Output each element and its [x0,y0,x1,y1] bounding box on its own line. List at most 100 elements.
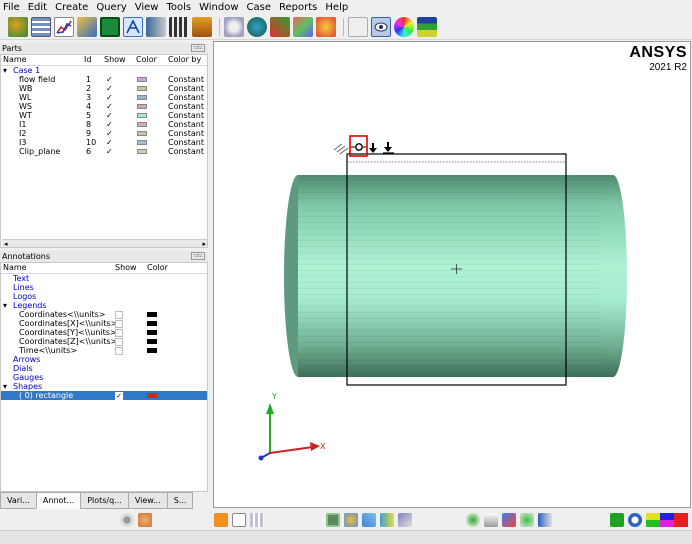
parts-row[interactable]: WS 4 ✓ Constant [1,102,207,111]
scroll-right-icon[interactable]: ▸ [202,240,206,247]
info-icon[interactable] [610,513,624,527]
part-color-swatch[interactable] [137,77,147,82]
box-select-icon[interactable] [232,513,246,527]
line-tool-icon[interactable] [502,513,516,527]
menu-help[interactable]: Help [321,2,352,13]
menu-query[interactable]: Query [92,2,130,13]
part-color-swatch[interactable] [137,86,147,91]
menu-edit[interactable]: Edit [24,2,51,13]
parts-row[interactable]: WL 3 ✓ Constant [1,93,207,102]
panel-controls[interactable]: ▫▫ [191,44,205,52]
translate-icon[interactable] [362,513,376,527]
lighting-icon[interactable] [348,16,368,37]
part-show-check[interactable]: ✓ [106,147,113,157]
part-color-swatch[interactable] [137,104,147,109]
annotation-color-swatch[interactable] [147,339,157,344]
menu-view[interactable]: View [131,2,163,13]
clip-icon[interactable] [224,16,244,37]
annotation-row[interactable]: ▾ Shapes [1,382,207,391]
palette-icon[interactable] [417,16,437,37]
annotation-row[interactable]: Gauges [1,373,207,382]
annotation-color-swatch[interactable] [147,312,157,317]
parts-row[interactable]: WT 5 ✓ Constant [1,111,207,120]
fit-icon[interactable] [398,513,412,527]
parts-horizontal-scrollbar[interactable]: ◂ ▸ [2,239,207,247]
plotter-icon[interactable] [54,16,74,37]
movie-icon[interactable] [169,16,189,37]
toolbox-icon[interactable] [192,16,212,37]
parts-icon[interactable] [8,16,28,37]
tab-viewports[interactable]: View... [127,492,168,509]
annotation-row[interactable]: Coordinates[X]<\\units> [1,319,207,328]
annotation-row[interactable]: Coordinates<\\units> [1,310,207,319]
book-icon[interactable] [146,16,166,37]
part-color-swatch[interactable] [137,95,147,100]
annotation-row[interactable]: Text [1,274,207,283]
query-icon[interactable] [77,16,97,37]
parts-row[interactable]: I1 8 ✓ Constant [1,120,207,129]
panel-controls[interactable]: ▫▫ [191,252,205,260]
pick-icon[interactable] [214,513,228,527]
annotation-show-check[interactable] [115,329,123,337]
rotate-icon[interactable] [344,513,358,527]
annotation-show-check[interactable] [115,311,123,319]
streamline-icon[interactable] [293,16,313,37]
parts-row[interactable]: I2 9 ✓ Constant [1,129,207,138]
part-color-swatch[interactable] [137,131,147,136]
pan-icon[interactable] [538,513,552,527]
undo-view-icon[interactable] [520,513,534,527]
annotation-show-check[interactable] [115,320,123,328]
menu-window[interactable]: Window [195,2,242,13]
part-color-swatch[interactable] [137,140,147,145]
shape-handle-toolbar[interactable] [333,135,394,157]
menu-case[interactable]: Case [243,2,275,13]
refresh-icon[interactable] [628,513,642,527]
annotation-row[interactable]: ▾ Legends [1,301,207,310]
annotation-row[interactable]: Time<\\units> [1,346,207,355]
tab-annotations[interactable]: Annot... [35,492,82,509]
annotation-show-check[interactable] [115,347,123,355]
zoom-icon[interactable] [380,513,394,527]
graphics-viewport[interactable]: ANSYS 2021 R2 Y X [213,41,691,508]
annotation-row[interactable]: Dials [1,364,207,373]
record-icon[interactable] [120,513,134,527]
part-color-swatch[interactable] [137,122,147,127]
annotation-icon[interactable] [123,16,143,37]
zoom-box-icon[interactable] [326,513,340,527]
parts-row[interactable]: I3 10 ✓ Constant [1,138,207,147]
scroll-left-icon[interactable]: ◂ [4,240,8,247]
tab-s[interactable]: S... [166,492,194,509]
annotation-show-check[interactable] [115,338,123,346]
annotation-row[interactable]: Lines [1,283,207,292]
menu-file[interactable]: File [0,2,24,13]
query-point-icon[interactable] [466,513,480,527]
viewport-icon[interactable] [100,16,120,37]
isosurface-icon[interactable] [247,16,267,37]
visibility-icon[interactable] [371,16,391,37]
hand-icon[interactable] [138,513,152,527]
parts-row[interactable]: WB 2 ✓ Constant [1,84,207,93]
tab-variables[interactable]: Vari... [0,492,37,509]
annotation-color-swatch[interactable] [147,393,157,398]
annotation-row-selected[interactable]: ( 0) rectangle ✓ [1,391,207,400]
particle-icon[interactable] [316,16,336,37]
parts-row[interactable]: Clip_plane 6 ✓ Constant [1,147,207,156]
annotation-show-check[interactable]: ✓ [115,392,123,400]
tab-plots-queries[interactable]: Plots/q... [80,492,129,509]
menu-create[interactable]: Create [51,2,92,13]
part-color-swatch[interactable] [137,113,147,118]
probe-icon[interactable] [484,513,498,527]
parts-row[interactable]: flow field 1 ✓ Constant [1,75,207,84]
annotation-row[interactable]: Coordinates[Z]<\\units> [1,337,207,346]
grid-icon[interactable] [250,513,264,527]
menu-reports[interactable]: Reports [275,2,321,13]
table-icon[interactable] [31,16,51,37]
menu-tools[interactable]: Tools [162,2,195,13]
annotation-row[interactable]: Coordinates[Y]<\\units> [1,328,207,337]
annotation-color-swatch[interactable] [147,348,157,353]
annotation-color-swatch[interactable] [147,330,157,335]
color-grid-icon[interactable] [646,513,688,527]
cylinder-geometry[interactable] [284,175,627,377]
part-color-swatch[interactable] [137,149,147,154]
case-row[interactable]: ▾ Case 1 [1,66,207,75]
